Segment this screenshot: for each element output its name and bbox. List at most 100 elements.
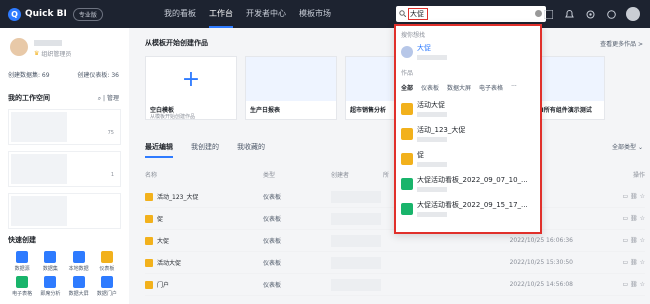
link-icon[interactable]: ⛓ — [630, 259, 638, 266]
row-name[interactable]: 大促 — [157, 236, 169, 245]
link-icon[interactable]: ⛓ — [630, 237, 638, 244]
result-tab-dashboard[interactable]: 仪表板 — [421, 83, 439, 92]
tab-created[interactable]: 我创建的 — [191, 142, 219, 158]
nav-developer-center[interactable]: 开发者中心 — [246, 0, 286, 28]
datasource-icon — [16, 251, 29, 263]
result-item[interactable]: 活动大促 — [401, 100, 540, 117]
logo[interactable]: Q Quick BI 专业版 — [8, 7, 103, 21]
quick-datasource[interactable]: 数据源 — [8, 251, 36, 272]
result-tab-all[interactable]: 全部 — [401, 83, 413, 92]
redacted — [417, 137, 447, 142]
tab-recent[interactable]: 最近编辑 — [145, 142, 173, 158]
filter-label: 全部类型 — [612, 144, 637, 151]
grid-icon[interactable] — [541, 7, 555, 21]
row-time: 2022/10/25 15:30:50 — [509, 259, 573, 266]
search-input[interactable] — [408, 8, 428, 20]
member-count: 1 — [110, 172, 114, 178]
monitor-icon[interactable]: ▭ — [622, 281, 628, 288]
type-filter[interactable]: 全部类型 ⌄ — [612, 142, 643, 151]
result-item[interactable]: 大促活动看板_2022_09_07_10_... — [401, 175, 540, 192]
col-name-header: 名称 — [145, 172, 158, 179]
adhoc-icon — [44, 276, 57, 288]
owner-redacted — [331, 190, 381, 203]
star-icon[interactable]: ☆ — [640, 193, 645, 200]
row-type: 仪表板 — [263, 238, 282, 245]
result-tab-sheet[interactable]: 电子表格 — [479, 83, 503, 92]
stats: 创建数据集: 69 创建仪表板: 36 — [0, 58, 129, 79]
redacted — [417, 55, 447, 60]
link-icon[interactable]: ⛓ — [630, 215, 638, 222]
star-icon[interactable]: ☆ — [640, 215, 645, 222]
quick-screen[interactable]: 数据大屏 — [65, 276, 93, 297]
col-type-header: 类型 — [263, 172, 276, 179]
quick-label: 数据源 — [14, 266, 30, 272]
workspace-thumb — [11, 196, 67, 226]
more-templates-link[interactable]: 查看更多作品 > — [600, 39, 643, 48]
table-row[interactable]: 活动大促 仪表板 2022/10/25 15:30:50 ▭ ⛓ ☆ — [145, 252, 645, 274]
monitor-icon[interactable]: ▭ — [622, 237, 628, 244]
nav-my-dashboard[interactable]: 我的看板 — [164, 0, 196, 28]
user-result-name: 大促 — [417, 44, 431, 52]
user-avatar[interactable] — [626, 7, 640, 21]
result-title: 活动_123_大促 — [417, 126, 466, 134]
template-card[interactable]: 生产日报表 — [245, 56, 337, 120]
bell-icon[interactable] — [562, 7, 576, 21]
templates-title: 从模板开始创建作品 — [145, 39, 208, 47]
link-icon[interactable]: ⛓ — [630, 193, 638, 200]
monitor-icon[interactable]: ▭ — [622, 215, 628, 222]
nav-workbench[interactable]: 工作台 — [209, 0, 233, 28]
nav-template-market[interactable]: 模板市场 — [299, 0, 331, 28]
quick-local-data[interactable]: 本地数据 — [65, 251, 93, 272]
edition-badge: 专业版 — [72, 7, 103, 21]
upload-icon — [72, 251, 85, 263]
row-name[interactable]: 活动_123_大促 — [157, 192, 198, 201]
screen-icon — [401, 202, 413, 215]
result-item[interactable]: 活动_123_大促 — [401, 125, 540, 142]
search-box[interactable] — [396, 6, 546, 22]
result-tab-screen[interactable]: 数据大屏 — [447, 83, 471, 92]
dashboard-icon — [100, 251, 113, 263]
avatar[interactable] — [10, 38, 28, 56]
user-result[interactable]: 大促 — [401, 43, 540, 60]
row-name[interactable]: 促 — [157, 214, 163, 223]
quick-label: 数据集 — [42, 266, 58, 272]
settings-icon[interactable] — [583, 7, 597, 21]
quick-dataset[interactable]: 数据集 — [36, 251, 64, 272]
crown-icon: ♛ — [34, 50, 40, 57]
row-name[interactable]: 门户 — [157, 280, 169, 289]
result-item[interactable]: 促 — [401, 150, 540, 167]
row-actions: ▭ ⛓ ☆ — [591, 193, 645, 200]
workspace-thumb — [11, 112, 67, 142]
workspace-manage[interactable]: ⌕ | 管理 — [98, 93, 119, 103]
star-icon[interactable]: ☆ — [640, 237, 645, 244]
tab-favorites[interactable]: 我收藏的 — [237, 142, 265, 158]
workspace-card[interactable]: 1 — [8, 151, 121, 187]
dashboard-icon — [401, 127, 413, 140]
link-icon[interactable]: ⛓ — [630, 281, 638, 288]
quick-adhoc[interactable]: 即席分析 — [36, 276, 64, 297]
star-icon[interactable]: ☆ — [640, 281, 645, 288]
quick-spreadsheet[interactable]: 电子表格 — [8, 276, 36, 297]
redacted — [417, 212, 447, 217]
star-icon[interactable]: ☆ — [640, 259, 645, 266]
quick-label: 本地数据 — [68, 266, 89, 272]
dashboard-icon — [145, 192, 153, 201]
quick-dashboard[interactable]: 仪表板 — [93, 251, 121, 272]
dataset-count: 创建数据集: 69 — [8, 72, 50, 79]
workspace-card[interactable]: 75 — [8, 109, 121, 145]
result-item[interactable]: 大促活动看板_2022_09_15_17_... — [401, 200, 540, 217]
template-preview — [246, 57, 336, 101]
template-card[interactable]: + 空白模板 从模板开始创建作品 — [145, 56, 237, 120]
quick-portal[interactable]: 数据门户 — [93, 276, 121, 297]
screen-icon — [72, 276, 85, 288]
workspace-card[interactable] — [8, 193, 121, 229]
owner-redacted — [331, 234, 381, 247]
quick-label: 数据大屏 — [68, 291, 89, 297]
table-row[interactable]: 门户 仪表板 2022/10/25 14:56:08 ▭ ⛓ ☆ — [145, 274, 645, 296]
row-name[interactable]: 活动大促 — [157, 258, 181, 267]
monitor-icon[interactable]: ▭ — [622, 259, 628, 266]
screen-icon — [401, 177, 413, 190]
result-tab-more[interactable]: ··· — [511, 83, 517, 92]
monitor-icon[interactable]: ▭ — [622, 193, 628, 200]
help-icon[interactable] — [604, 7, 618, 21]
